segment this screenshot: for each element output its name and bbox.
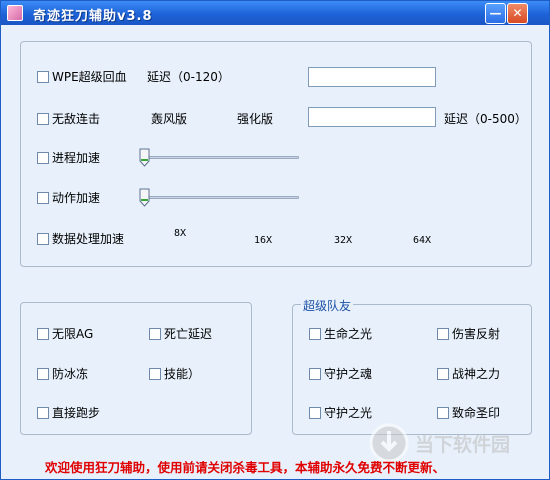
minimize-button[interactable]: — bbox=[485, 3, 506, 24]
wpe-delay-input[interactable] bbox=[308, 67, 436, 87]
guardian-light-label: 守护之光 bbox=[324, 406, 373, 420]
guardian-light-checkbox[interactable] bbox=[309, 407, 321, 419]
deadly-seal-checkbox[interactable] bbox=[437, 407, 449, 419]
unlimited-ag-checkbox[interactable] bbox=[37, 328, 49, 340]
action-speed-track[interactable] bbox=[145, 196, 299, 199]
damage-reflect-checkbox[interactable] bbox=[437, 328, 449, 340]
wpe-heal-label: WPE超级回血 bbox=[52, 70, 127, 84]
wpe-heal-checkbox[interactable] bbox=[37, 71, 49, 83]
direct-run-label: 直接跑步 bbox=[52, 406, 101, 420]
life-light-label: 生命之光 bbox=[324, 327, 373, 341]
watermark-text: 当下软件园 bbox=[415, 433, 510, 456]
action-speed-label: 动作加速 bbox=[52, 191, 101, 205]
invincible-combo-checkbox[interactable] bbox=[37, 113, 49, 125]
speed-option-16x[interactable]: 16X bbox=[254, 234, 272, 248]
process-speed-checkbox[interactable] bbox=[37, 152, 49, 164]
footer-notice: 欢迎使用狂刀辅助，使用前请关闭杀毒工具，本辅助永久免费不断更新、 bbox=[45, 460, 446, 475]
direct-run-checkbox[interactable] bbox=[37, 407, 49, 419]
unlimited-ag-label: 无限AG bbox=[52, 327, 94, 341]
invincible-delay-label: 延迟（0-500） bbox=[444, 112, 527, 126]
app-icon bbox=[7, 5, 23, 21]
wpe-delay-label: 延迟（0-120） bbox=[147, 70, 230, 84]
speed-option-64x[interactable]: 64X bbox=[413, 234, 431, 248]
guardian-soul-label: 守护之魂 bbox=[324, 367, 373, 381]
death-delay-label: 死亡延迟 bbox=[164, 327, 213, 341]
skill-label: 技能） bbox=[164, 367, 201, 381]
action-speed-slider-thumb[interactable] bbox=[139, 188, 150, 207]
super-teammate-title: 超级队友 bbox=[301, 297, 354, 314]
speed-option-32x[interactable]: 32X bbox=[334, 234, 352, 248]
deadly-seal-label: 致命圣印 bbox=[452, 406, 501, 420]
process-speed-slider-thumb[interactable] bbox=[139, 148, 150, 167]
anti-freeze-checkbox[interactable] bbox=[37, 368, 49, 380]
speed-option-8x[interactable]: 8X bbox=[174, 227, 186, 241]
title-bar[interactable]: 奇迹狂刀辅助v3.8 — ✕ bbox=[1, 1, 549, 25]
action-speed-checkbox[interactable] bbox=[37, 192, 49, 204]
invincible-combo-label: 无敌连击 bbox=[52, 112, 101, 126]
enhanced-version-option[interactable]: 强化版 bbox=[237, 112, 273, 126]
process-speed-track[interactable] bbox=[145, 156, 299, 159]
death-delay-checkbox[interactable] bbox=[149, 328, 161, 340]
data-speed-label: 数据处理加速 bbox=[52, 232, 125, 246]
data-speed-checkbox[interactable] bbox=[37, 233, 49, 245]
war-god-power-checkbox[interactable] bbox=[437, 368, 449, 380]
whirlwind-version-option[interactable]: 轰风版 bbox=[151, 112, 187, 126]
skill-checkbox[interactable] bbox=[149, 368, 161, 380]
war-god-power-label: 战神之力 bbox=[452, 367, 501, 381]
life-light-checkbox[interactable] bbox=[309, 328, 321, 340]
anti-freeze-label: 防冰冻 bbox=[52, 367, 89, 381]
invincible-delay-input[interactable] bbox=[308, 107, 436, 127]
app-window: 奇迹狂刀辅助v3.8 — ✕ WPE超级回血 延迟（0-120） 无敌连击 轰风… bbox=[0, 0, 550, 480]
damage-reflect-label: 伤害反射 bbox=[452, 327, 501, 341]
process-speed-label: 进程加速 bbox=[52, 151, 101, 165]
window-title: 奇迹狂刀辅助v3.8 bbox=[33, 9, 153, 24]
close-button[interactable]: ✕ bbox=[507, 3, 528, 24]
guardian-soul-checkbox[interactable] bbox=[309, 368, 321, 380]
